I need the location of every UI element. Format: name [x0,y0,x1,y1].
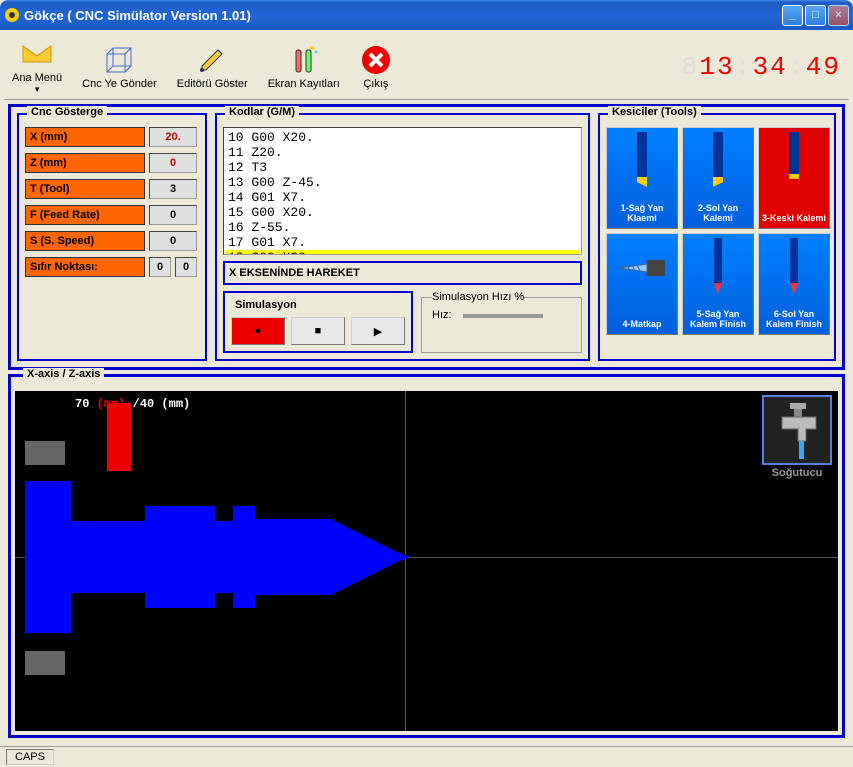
tool-value: 3 [149,179,197,199]
tool-5-button[interactable]: 5-Sağ Yan Kalem Finish [682,233,754,335]
cnc-display-title: Cnc Gösterge [27,106,107,118]
speed-value: 0 [149,231,197,251]
codes-title: Kodlar (G/M) [225,106,299,118]
envelope-icon [21,38,53,70]
drill-icon [617,238,667,298]
code-listbox[interactable]: 10 G00 X20.11 Z20.12 T313 G00 Z-45.14 G0… [223,127,582,255]
left-finish-tool-icon [769,238,819,298]
close-circle-icon [360,44,392,76]
close-button[interactable]: × [828,5,849,26]
tools-panel: Kesiciler (Tools) 1-Sağ Yan Klaemi 2-Sol… [598,113,836,361]
tool-1-button[interactable]: 1-Sağ Yan Klaemi [606,127,678,229]
play-button[interactable]: ▶ [351,317,405,345]
codes-panel: Kodlar (G/M) 10 G00 X20.11 Z20.12 T313 G… [215,113,590,361]
window-title: Gökçe ( CNC Simülator Version 1.01) [24,8,782,23]
tool-3-button[interactable]: 3-Keski Kalemi [758,127,830,229]
app-icon [4,7,20,23]
clock-display: 813 : 34 : 49 [681,52,841,82]
feed-label: F (Feed Rate) [25,205,145,225]
speed-label: Hız: [432,309,452,321]
sim-title: Simulasyon [231,299,405,311]
send-cnc-button[interactable]: Cnc Ye Gönder [82,44,157,90]
cnc-display-panel: Cnc Gösterge X (mm)20. Z (mm)0 T (Tool)3… [17,113,207,361]
chisel-tool-icon [769,132,819,192]
main-menu-button[interactable]: Ana Menü▾ [12,38,62,95]
window-titlebar: Gökçe ( CNC Simülator Version 1.01) _ □ … [0,0,853,30]
minimize-button[interactable]: _ [782,5,803,26]
axes-panel: X-axis / Z-axis 70 (mm) /40 (mm) Soğutuc… [8,374,845,738]
speed-slider[interactable] [463,314,543,318]
simulation-viewport[interactable]: 70 (mm) /40 (mm) Soğutucu [15,391,838,731]
z-label: Z (mm) [25,153,145,173]
tool-6-button[interactable]: 6-Sol Yan Kalem Finish [758,233,830,335]
axis-status: X EKSENİNDE HAREKET [223,261,582,285]
pencil-icon [196,44,228,76]
exit-button[interactable]: Çıkış [360,44,392,90]
faucet-icon [764,397,830,463]
left-tool-icon [693,132,743,192]
wireframe-cube-icon [103,44,135,76]
speed-label: S (S. Speed) [25,231,145,251]
test-tubes-icon [288,44,320,76]
axes-title: X-axis / Z-axis [23,368,104,380]
screen-records-button[interactable]: Ekran Kayıtları [268,44,340,90]
maximize-button[interactable]: □ [805,5,826,26]
show-editor-button[interactable]: Editörü Göster [177,44,248,90]
zero-x-value: 0 [149,257,171,277]
right-finish-tool-icon [693,238,743,298]
record-button[interactable]: ● [231,317,285,345]
workpiece-graphic [15,391,435,731]
x-value: 20. [149,127,197,147]
status-bar: CAPS [0,746,853,767]
tool-label: T (Tool) [25,179,145,199]
main-panel: Cnc Gösterge X (mm)20. Z (mm)0 T (Tool)3… [8,104,845,370]
speed-panel: Simulasyon Hızı % Hız: [421,291,582,353]
zero-z-value: 0 [175,257,197,277]
x-label: X (mm) [25,127,145,147]
toolbar: Ana Menü▾ Cnc Ye Gönder Editörü Göster E… [4,34,849,100]
tool-4-button[interactable]: 4-Matkap [606,233,678,335]
stop-button[interactable]: ■ [291,317,345,345]
coolant-label: Soğutucu [772,467,823,479]
speed-title: Simulasyon Hızı % [432,291,524,303]
caps-indicator: CAPS [6,749,54,765]
zero-label: Sıfır Noktası: [25,257,145,277]
tools-title: Kesiciler (Tools) [608,106,701,118]
simulation-controls: Simulasyon ● ■ ▶ [223,291,413,353]
z-value: 0 [149,153,197,173]
coolant-button[interactable]: Soğutucu [762,395,832,479]
right-tool-icon [617,132,667,192]
tool-2-button[interactable]: 2-Sol Yan Kalemi [682,127,754,229]
feed-value: 0 [149,205,197,225]
